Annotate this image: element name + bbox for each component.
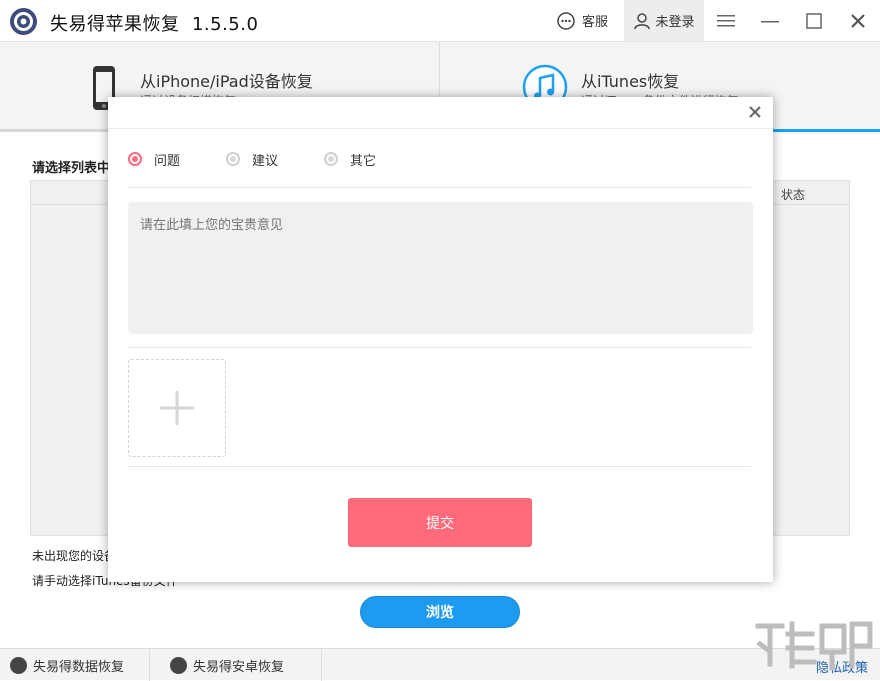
radio-unchecked-icon: [226, 152, 241, 166]
submit-button[interactable]: 提交: [348, 498, 532, 547]
hamburger-menu-icon: [717, 14, 735, 26]
login-label: 未登录: [655, 15, 695, 30]
add-image-button[interactable]: [128, 359, 226, 457]
footer-link-1-label: 失易得数据恢复: [33, 659, 125, 675]
footer-link-2-label: 失易得安卓恢复: [193, 659, 285, 675]
customer-service-button[interactable]: 客服: [556, 0, 618, 41]
android-recovery-logo-icon: [170, 656, 187, 674]
radio-suggestion-label: 建议: [252, 153, 279, 169]
device-list-label: 请选择列表中: [32, 161, 111, 176]
login-button[interactable]: 未登录: [624, 0, 704, 41]
radio-checked-icon: [128, 152, 142, 166]
site-watermark-logo: [755, 621, 873, 671]
menu-button[interactable]: [706, 0, 746, 41]
divider: [128, 187, 751, 188]
title-bar: 失易得苹果恢复 1.5.5.0 客服 未登录: [0, 0, 880, 42]
browse-button[interactable]: 浏览: [360, 596, 520, 628]
status-column-header: 状态: [781, 188, 806, 202]
chat-bubble-icon: [557, 11, 575, 30]
minimize-button[interactable]: [750, 0, 790, 41]
feedback-type-radio-group: 问题 建议 其它: [128, 149, 422, 169]
maximize-button[interactable]: [794, 0, 834, 41]
device-missing-hint: 未出现您的设备: [32, 549, 117, 563]
dialog-header: [108, 97, 773, 129]
dialog-close-icon[interactable]: [747, 104, 763, 120]
app-version: 1.5.5.0: [191, 14, 259, 35]
footer-link-android-recovery[interactable]: 失易得安卓恢复: [170, 649, 322, 681]
radio-other-label: 其它: [350, 153, 377, 169]
itunes-mode-title: 从iTunes恢复: [581, 72, 680, 91]
app-logo-icon: [10, 8, 37, 35]
radio-issue[interactable]: 问题: [128, 150, 180, 169]
footer-bar: 失易得数据恢复 失易得安卓恢复 隐私政策: [0, 648, 880, 681]
iphone-mode-title: 从iPhone/iPad设备恢复: [140, 72, 313, 91]
feedback-textarea[interactable]: [128, 202, 753, 334]
plus-icon: [160, 391, 194, 425]
minimize-icon: [761, 20, 779, 22]
radio-other[interactable]: 其它: [324, 150, 376, 169]
app-title: 失易得苹果恢复 1.5.5.0: [50, 14, 259, 35]
maximize-icon: [806, 12, 822, 29]
close-icon: [851, 13, 865, 28]
feedback-dialog: 问题 建议 其它 提交: [108, 97, 773, 582]
radio-suggestion[interactable]: 建议: [226, 150, 278, 169]
data-recovery-logo-icon: [10, 656, 27, 674]
radio-unchecked-icon: [324, 152, 339, 166]
divider: [128, 347, 751, 348]
footer-link-data-recovery[interactable]: 失易得数据恢复: [10, 649, 150, 681]
user-icon: [634, 12, 651, 29]
divider: [128, 466, 751, 467]
close-window-button[interactable]: [838, 0, 878, 41]
customer-service-label: 客服: [582, 15, 609, 30]
radio-issue-label: 问题: [154, 153, 181, 169]
